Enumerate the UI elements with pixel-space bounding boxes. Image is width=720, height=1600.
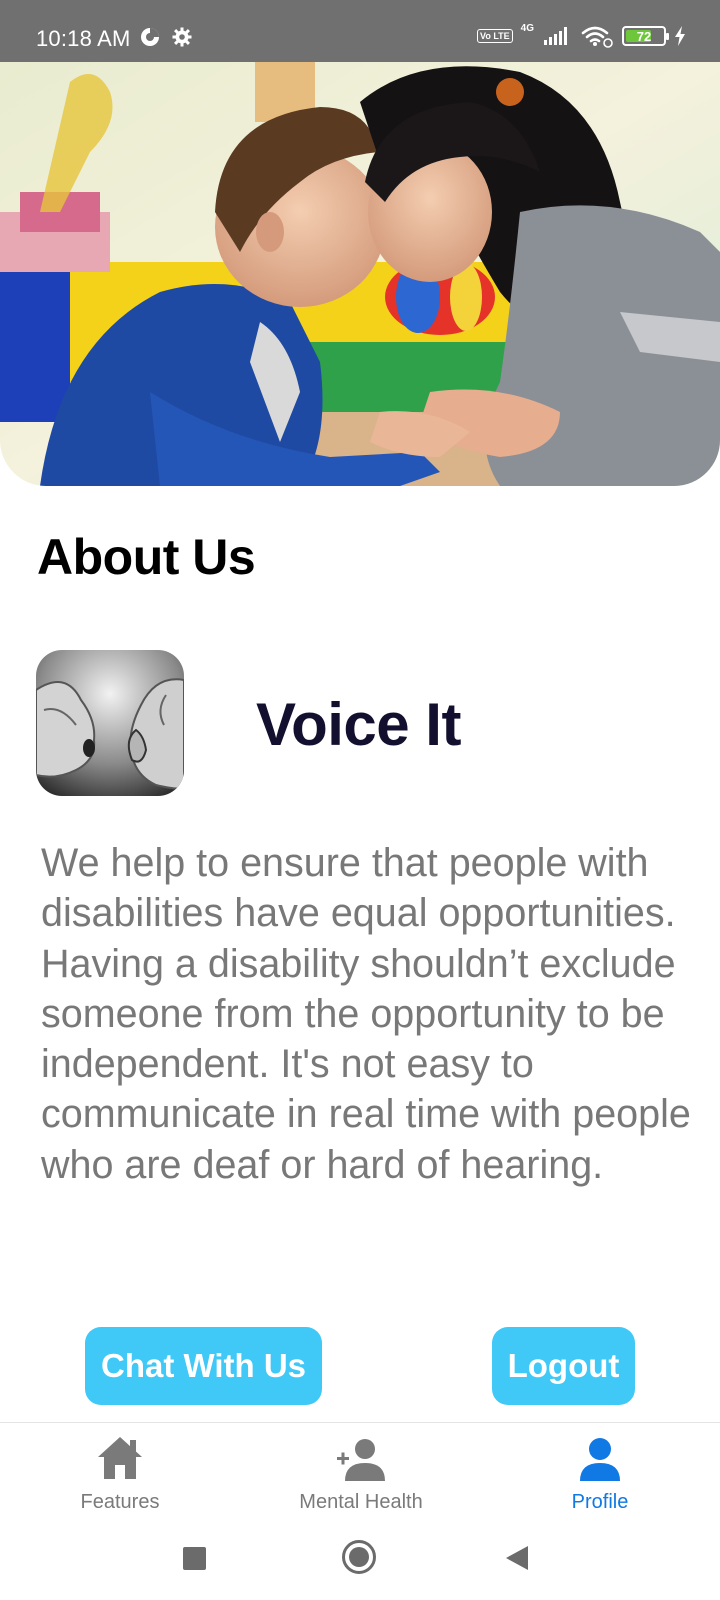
- wifi-icon: [581, 26, 613, 48]
- about-description: We help to ensure that people with disab…: [41, 841, 691, 1187]
- nav-profile-label: Profile: [571, 1491, 629, 1513]
- home-icon: [98, 1437, 142, 1479]
- settings-gear-icon: [172, 27, 192, 47]
- app-name: Voice It: [256, 691, 461, 758]
- status-bar: 10:18 AM Vo LTE 4G 72: [0, 0, 720, 62]
- nav-mental-health[interactable]: Mental Health: [261, 1431, 461, 1514]
- status-left-icons: [140, 27, 192, 47]
- nav-mental-health-label: Mental Health: [299, 1491, 423, 1513]
- home-circle-icon[interactable]: [342, 1540, 376, 1574]
- network-type: 4G: [520, 22, 534, 34]
- app-logo: [36, 650, 184, 796]
- status-time: 10:18 AM: [36, 26, 131, 51]
- back-triangle-icon[interactable]: [506, 1546, 528, 1570]
- person-icon: [580, 1438, 620, 1481]
- add-person-icon: [337, 1439, 385, 1481]
- battery-indicator: 72: [622, 26, 669, 46]
- bottom-navigation: Features Mental Health Profile: [0, 1422, 720, 1518]
- battery-percent: 72: [636, 28, 652, 44]
- logout-button[interactable]: Logout: [492, 1327, 635, 1405]
- hero-image: [0, 62, 720, 486]
- nav-features-label: Features: [80, 1491, 160, 1513]
- about-us-heading: About Us: [37, 529, 256, 585]
- nav-profile[interactable]: Profile: [500, 1431, 700, 1514]
- signal-icon: [544, 27, 567, 45]
- recents-square-icon[interactable]: [183, 1547, 206, 1570]
- data-saver-icon: [141, 28, 159, 46]
- chat-with-us-button[interactable]: Chat With Us: [85, 1327, 322, 1405]
- system-navigation-bar: [0, 1516, 720, 1600]
- nav-features[interactable]: Features: [20, 1431, 220, 1514]
- charging-bolt-icon: [675, 26, 685, 46]
- status-right-icons: Vo LTE 4G 72: [476, 22, 686, 48]
- volte-badge: Vo LTE: [476, 29, 513, 43]
